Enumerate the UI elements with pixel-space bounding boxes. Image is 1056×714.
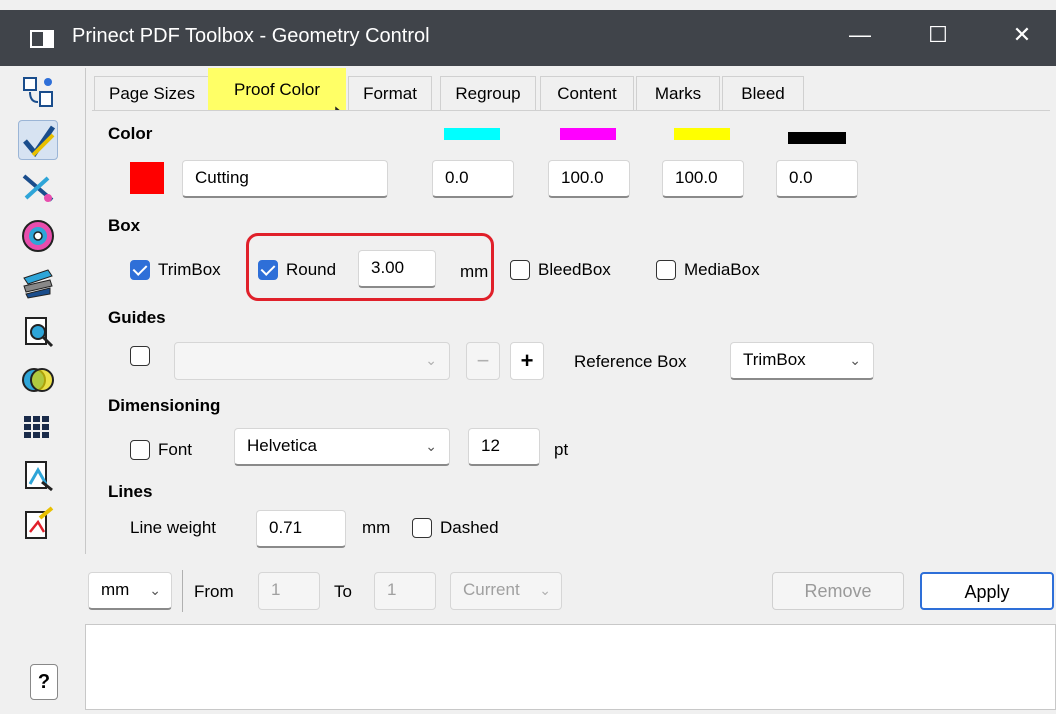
title-bar: Prinect PDF Toolbox - Geometry Control —… (0, 10, 1056, 66)
toolbar-divider (182, 570, 183, 612)
tab-bleed[interactable]: Bleed (722, 76, 804, 110)
font-value: Helvetica (247, 436, 317, 455)
overprint-tool-icon[interactable] (18, 360, 58, 400)
trimbox-checkbox[interactable] (130, 260, 150, 280)
trap-tool-icon[interactable] (18, 168, 58, 208)
grid-tool-icon[interactable] (18, 408, 58, 448)
page-sizes-tool-icon[interactable] (18, 72, 58, 112)
round-unit-label: mm (460, 262, 489, 281)
guides-plus-button[interactable]: + (510, 342, 544, 380)
bleedbox-checkbox[interactable] (510, 260, 530, 280)
bleedbox-label: BleedBox (538, 260, 611, 279)
line-weight-label: Line weight (130, 518, 217, 537)
message-log-area (85, 624, 1056, 710)
apply-button[interactable]: Apply (920, 572, 1054, 610)
chevron-down-icon: ⌄ (425, 438, 437, 454)
magenta-value-field[interactable]: 100.0 (548, 160, 630, 198)
maximize-button[interactable]: ☐ (918, 22, 958, 48)
from-label: From (194, 582, 234, 601)
lines-section-heading: Lines (108, 482, 153, 501)
tab-format[interactable]: Format (348, 76, 432, 110)
font-select[interactable]: Helvetica ⌄ (234, 428, 450, 466)
trimbox-label: TrimBox (158, 260, 221, 279)
yellow-swatch (674, 128, 730, 140)
mediabox-checkbox[interactable] (656, 260, 676, 280)
yellow-value-field[interactable]: 100.0 (662, 160, 744, 198)
font-size-field[interactable]: 12 (468, 428, 540, 466)
chevron-down-icon: ⌄ (539, 582, 551, 598)
tab-regroup[interactable]: Regroup (440, 76, 536, 110)
font-label: Font (158, 440, 193, 459)
cyan-swatch (444, 128, 500, 140)
geometry-control-tool-icon[interactable] (18, 120, 58, 160)
round-value-field[interactable]: 3.00 (358, 250, 436, 288)
close-button[interactable]: ✕ (1002, 22, 1042, 48)
font-checkbox[interactable] (130, 440, 150, 460)
inspect-tool-icon[interactable] (18, 312, 58, 352)
tab-page-sizes[interactable]: Page Sizes (94, 76, 210, 110)
line-weight-unit-label: mm (362, 518, 391, 537)
from-page-field[interactable]: 1 (258, 572, 320, 610)
pdf-edit-tool-icon[interactable] (18, 504, 58, 544)
app-icon (30, 30, 54, 48)
reference-box-label: Reference Box (574, 352, 687, 371)
tab-content[interactable]: Content (540, 76, 634, 110)
guides-minus-button[interactable]: − (466, 342, 500, 380)
reference-box-value: TrimBox (743, 350, 806, 369)
box-section-heading: Box (108, 216, 141, 235)
window-title: Prinect PDF Toolbox - Geometry Control (72, 25, 430, 47)
to-label: To (334, 582, 352, 601)
tab-marks[interactable]: Marks (636, 76, 720, 110)
unit-select[interactable]: mm ⌄ (88, 572, 172, 610)
cyan-value-field[interactable]: 0.0 (432, 160, 514, 198)
to-page-field[interactable]: 1 (374, 572, 436, 610)
unit-value: mm (101, 580, 130, 599)
help-button[interactable]: ? (30, 664, 58, 700)
font-size-unit-label: pt (554, 440, 569, 459)
mediabox-label: MediaBox (684, 260, 760, 279)
chevron-down-icon: ⌄ (425, 352, 437, 368)
dimensioning-section-heading: Dimensioning (108, 396, 221, 415)
guides-select[interactable]: ⌄ (174, 342, 450, 380)
guides-section-heading: Guides (108, 308, 166, 327)
dashed-checkbox[interactable] (412, 518, 432, 538)
color-disc-icon[interactable] (18, 216, 58, 256)
reference-box-select[interactable]: TrimBox ⌄ (730, 342, 874, 380)
color-swatch-button[interactable] (130, 162, 164, 194)
color-section-heading: Color (108, 124, 153, 143)
black-swatch (788, 132, 846, 144)
pdf-inspect-tool-icon[interactable] (18, 456, 58, 496)
guides-checkbox[interactable] (130, 346, 150, 366)
swatch-fan-icon[interactable] (18, 264, 58, 304)
round-label: Round (286, 260, 337, 279)
color-name-field[interactable]: Cutting (182, 160, 388, 198)
magenta-swatch (560, 128, 616, 140)
scope-value: Current (463, 580, 520, 599)
chevron-down-icon: ⌄ (849, 352, 861, 368)
round-checkbox[interactable] (258, 260, 278, 280)
minimize-button[interactable]: — (840, 22, 880, 48)
dashed-label: Dashed (440, 518, 499, 537)
line-weight-field[interactable]: 0.71 (256, 510, 346, 548)
chevron-down-icon: ⌄ (149, 582, 161, 598)
black-value-field[interactable]: 0.0 (776, 160, 858, 198)
remove-button[interactable]: Remove (772, 572, 904, 610)
scope-select[interactable]: Current ⌄ (450, 572, 562, 610)
